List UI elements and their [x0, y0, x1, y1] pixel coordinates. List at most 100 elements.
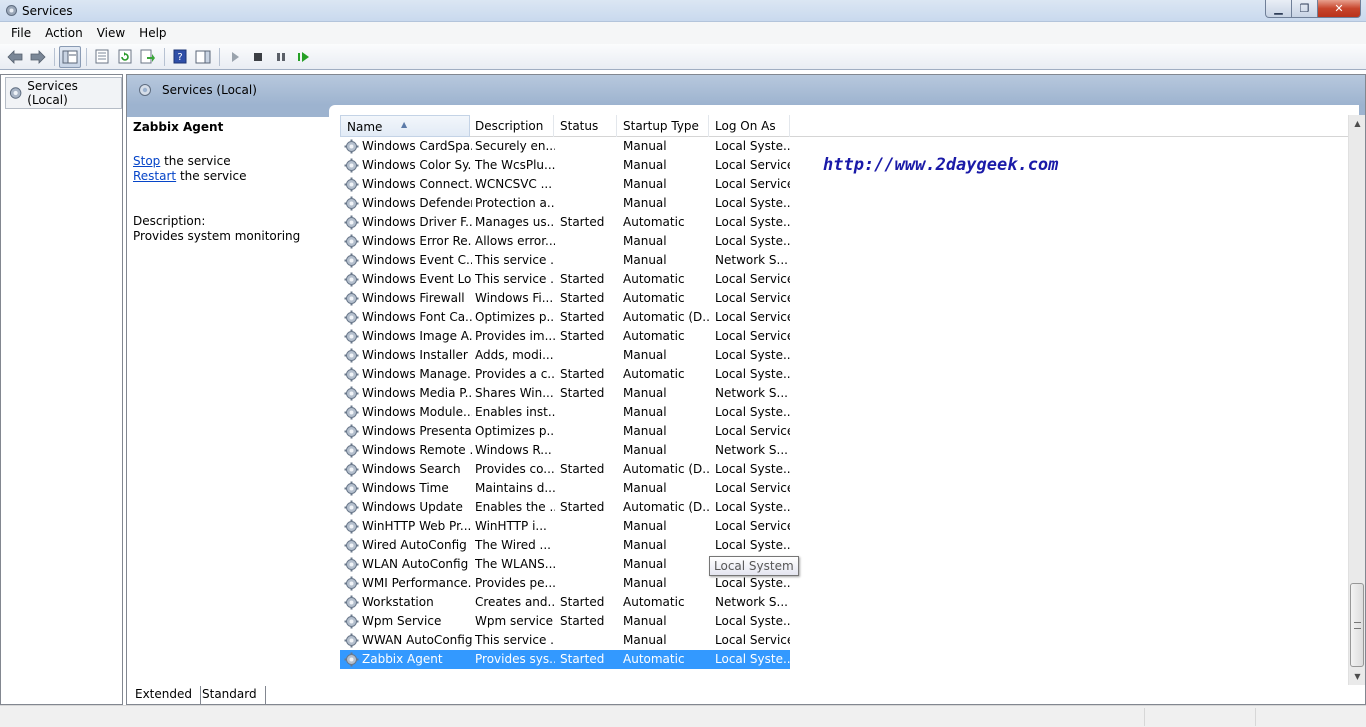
column-header-row: ▲ Name Description Status Startup Type L… — [340, 115, 1350, 137]
table-row[interactable]: Windows Event C... This service ... Manual… — [340, 251, 790, 270]
cell-description: Provides co... — [475, 462, 555, 476]
column-header-description[interactable]: Description — [469, 115, 554, 137]
cell-description: Protection a... — [475, 196, 555, 210]
minimize-button[interactable]: ▁ — [1265, 0, 1292, 18]
table-row[interactable]: Windows CardSpa... Securely en... Manual Lo… — [340, 137, 790, 156]
cell-startup-type: Manual — [623, 519, 667, 533]
stop-service-button[interactable] — [247, 46, 269, 68]
table-row[interactable]: Windows Firewall Windows Fi... Started Auto… — [340, 289, 790, 308]
cell-name: Windows Image A... — [362, 329, 472, 343]
table-row[interactable]: WWAN AutoConfig This service ... Manual Loc… — [340, 631, 790, 650]
show-hide-console-tree-icon — [62, 50, 78, 63]
help-button[interactable]: ? — [169, 46, 191, 68]
table-row[interactable]: Windows Driver F... Manages us... Started A… — [340, 213, 790, 232]
tab-standard[interactable]: Standard — [194, 686, 266, 705]
table-row[interactable]: Windows Font Ca... Optimizes p... Started A… — [340, 308, 790, 327]
tab-extended[interactable]: Extended — [126, 686, 201, 705]
cell-status: Started — [560, 614, 605, 628]
table-row[interactable]: Windows Error Re... Allows error... Manual… — [340, 232, 790, 251]
service-actions: Stop the service Restart the service — [133, 154, 333, 184]
restart-service-link[interactable]: Restart — [133, 169, 176, 183]
refresh-button[interactable] — [114, 46, 136, 68]
cell-name: Windows Search — [362, 462, 461, 476]
table-row[interactable]: Wpm Service Wpm service Started Manual Local… — [340, 612, 790, 631]
table-row[interactable]: Windows Module... Enables inst... Manual Lo… — [340, 403, 790, 422]
scroll-down-button[interactable]: ▼ — [1349, 668, 1365, 685]
pane-header: Services (Local) — [127, 75, 1365, 105]
column-header-log-on-as[interactable]: Log On As — [709, 115, 790, 137]
show-hide-console-tree-button[interactable] — [59, 45, 81, 68]
tree-item-services-local[interactable]: Services (Local) — [5, 77, 122, 109]
table-row[interactable]: Windows Defender Protection a... Manual Loc… — [340, 194, 790, 213]
start-service-button[interactable] — [224, 46, 246, 68]
show-hide-action-pane-button[interactable] — [192, 46, 214, 68]
table-row[interactable]: Windows Image A... Provides im... Started A… — [340, 327, 790, 346]
properties-icon — [95, 49, 109, 64]
cell-startup-type: Manual — [623, 424, 667, 438]
export-list-button[interactable] — [137, 46, 159, 68]
table-row[interactable]: Windows Remote ... Windows R... Manual Netw… — [340, 441, 790, 460]
cell-name: WinHTTP Web Pr... — [362, 519, 472, 533]
cell-status: Started — [560, 652, 605, 666]
cell-status: Started — [560, 329, 605, 343]
close-button[interactable]: ✕ — [1317, 0, 1361, 18]
cell-description: Provides a c... — [475, 367, 555, 381]
cell-log-on-as: Local Syste... — [715, 367, 790, 381]
table-row[interactable]: WMI Performance... Provides pe... Manual Lo… — [340, 574, 790, 593]
table-row[interactable]: Windows Connect... WCNCSVC ... Manual Local… — [340, 175, 790, 194]
table-row[interactable]: Wired AutoConfig The Wired ... Manual Local… — [340, 536, 790, 555]
back-button[interactable] — [4, 46, 26, 68]
pause-service-button[interactable] — [270, 46, 292, 68]
restart-service-button[interactable] — [293, 46, 315, 68]
stop-service-link[interactable]: Stop — [133, 154, 160, 168]
cell-status: Started — [560, 272, 605, 286]
menu-view[interactable]: View — [90, 22, 132, 44]
menu-action[interactable]: Action — [38, 22, 90, 44]
table-row[interactable]: Windows Event Log This service ... Started… — [340, 270, 790, 289]
service-gear-icon — [344, 576, 359, 591]
cell-status — [560, 517, 620, 536]
table-row[interactable]: Windows Time Maintains d... Manual Local Se… — [340, 479, 790, 498]
export-list-icon — [140, 49, 155, 64]
watermark-url: http://www.2daygeek.com — [823, 155, 1059, 175]
table-row[interactable]: Windows Media P... Shares Win... Started Ma… — [340, 384, 790, 403]
cell-startup-type: Manual — [623, 443, 667, 457]
table-row[interactable]: Windows Installer Adds, modi... Manual Loca… — [340, 346, 790, 365]
service-gear-icon — [344, 462, 359, 477]
services-icon — [139, 84, 151, 96]
scrollbar-grip-icon — [1354, 622, 1361, 629]
scroll-up-button[interactable]: ▲ — [1349, 115, 1365, 132]
cell-log-on-as: Local Syste... — [715, 538, 790, 552]
console-tree: Services (Local) — [0, 74, 123, 705]
column-header-startup-type[interactable]: Startup Type — [617, 115, 709, 137]
cell-name: WWAN AutoConfig — [362, 633, 472, 647]
column-header-status[interactable]: Status — [554, 115, 617, 137]
service-gear-icon — [344, 348, 359, 363]
cell-name: Windows Driver F... — [362, 215, 472, 229]
cell-log-on-as: Local Syste... — [715, 500, 790, 514]
table-row[interactable]: Windows Presenta... Optimizes p... Manual L… — [340, 422, 790, 441]
vertical-scrollbar[interactable]: ▲ ▼ — [1348, 115, 1365, 685]
status-segment — [1144, 708, 1145, 726]
help-icon: ? — [173, 49, 187, 64]
service-gear-icon — [344, 386, 359, 401]
table-row[interactable]: Windows Update Enables the ... Started Auto… — [340, 498, 790, 517]
table-row[interactable]: Windows Color Sy... The WcsPlu... Manual Lo… — [340, 156, 790, 175]
cell-status: Started — [560, 462, 605, 476]
menu-help[interactable]: Help — [132, 22, 173, 44]
cell-status: Started — [560, 500, 605, 514]
table-row[interactable]: Workstation Creates and... Started Automati… — [340, 593, 790, 612]
table-row[interactable]: Windows Manage... Provides a c... Started A… — [340, 365, 790, 384]
column-header-name[interactable]: ▲ Name — [340, 115, 470, 137]
table-row[interactable]: Windows Search Provides co... Started Autom… — [340, 460, 790, 479]
scrollbar-thumb[interactable] — [1350, 583, 1364, 667]
maximize-button[interactable]: ❐ — [1291, 0, 1318, 18]
table-row[interactable]: WinHTTP Web Pr... WinHTTP i... Manual Local… — [340, 517, 790, 536]
cell-name: Windows Defender — [362, 196, 472, 210]
menu-file[interactable]: File — [4, 22, 38, 44]
cell-startup-type: Manual — [623, 158, 667, 172]
title-bar: Services ▁ ❐ ✕ — [0, 0, 1366, 22]
forward-button[interactable] — [27, 46, 49, 68]
table-row[interactable]: Zabbix Agent Provides sys... Started Automa… — [340, 650, 790, 669]
properties-button[interactable] — [91, 46, 113, 68]
